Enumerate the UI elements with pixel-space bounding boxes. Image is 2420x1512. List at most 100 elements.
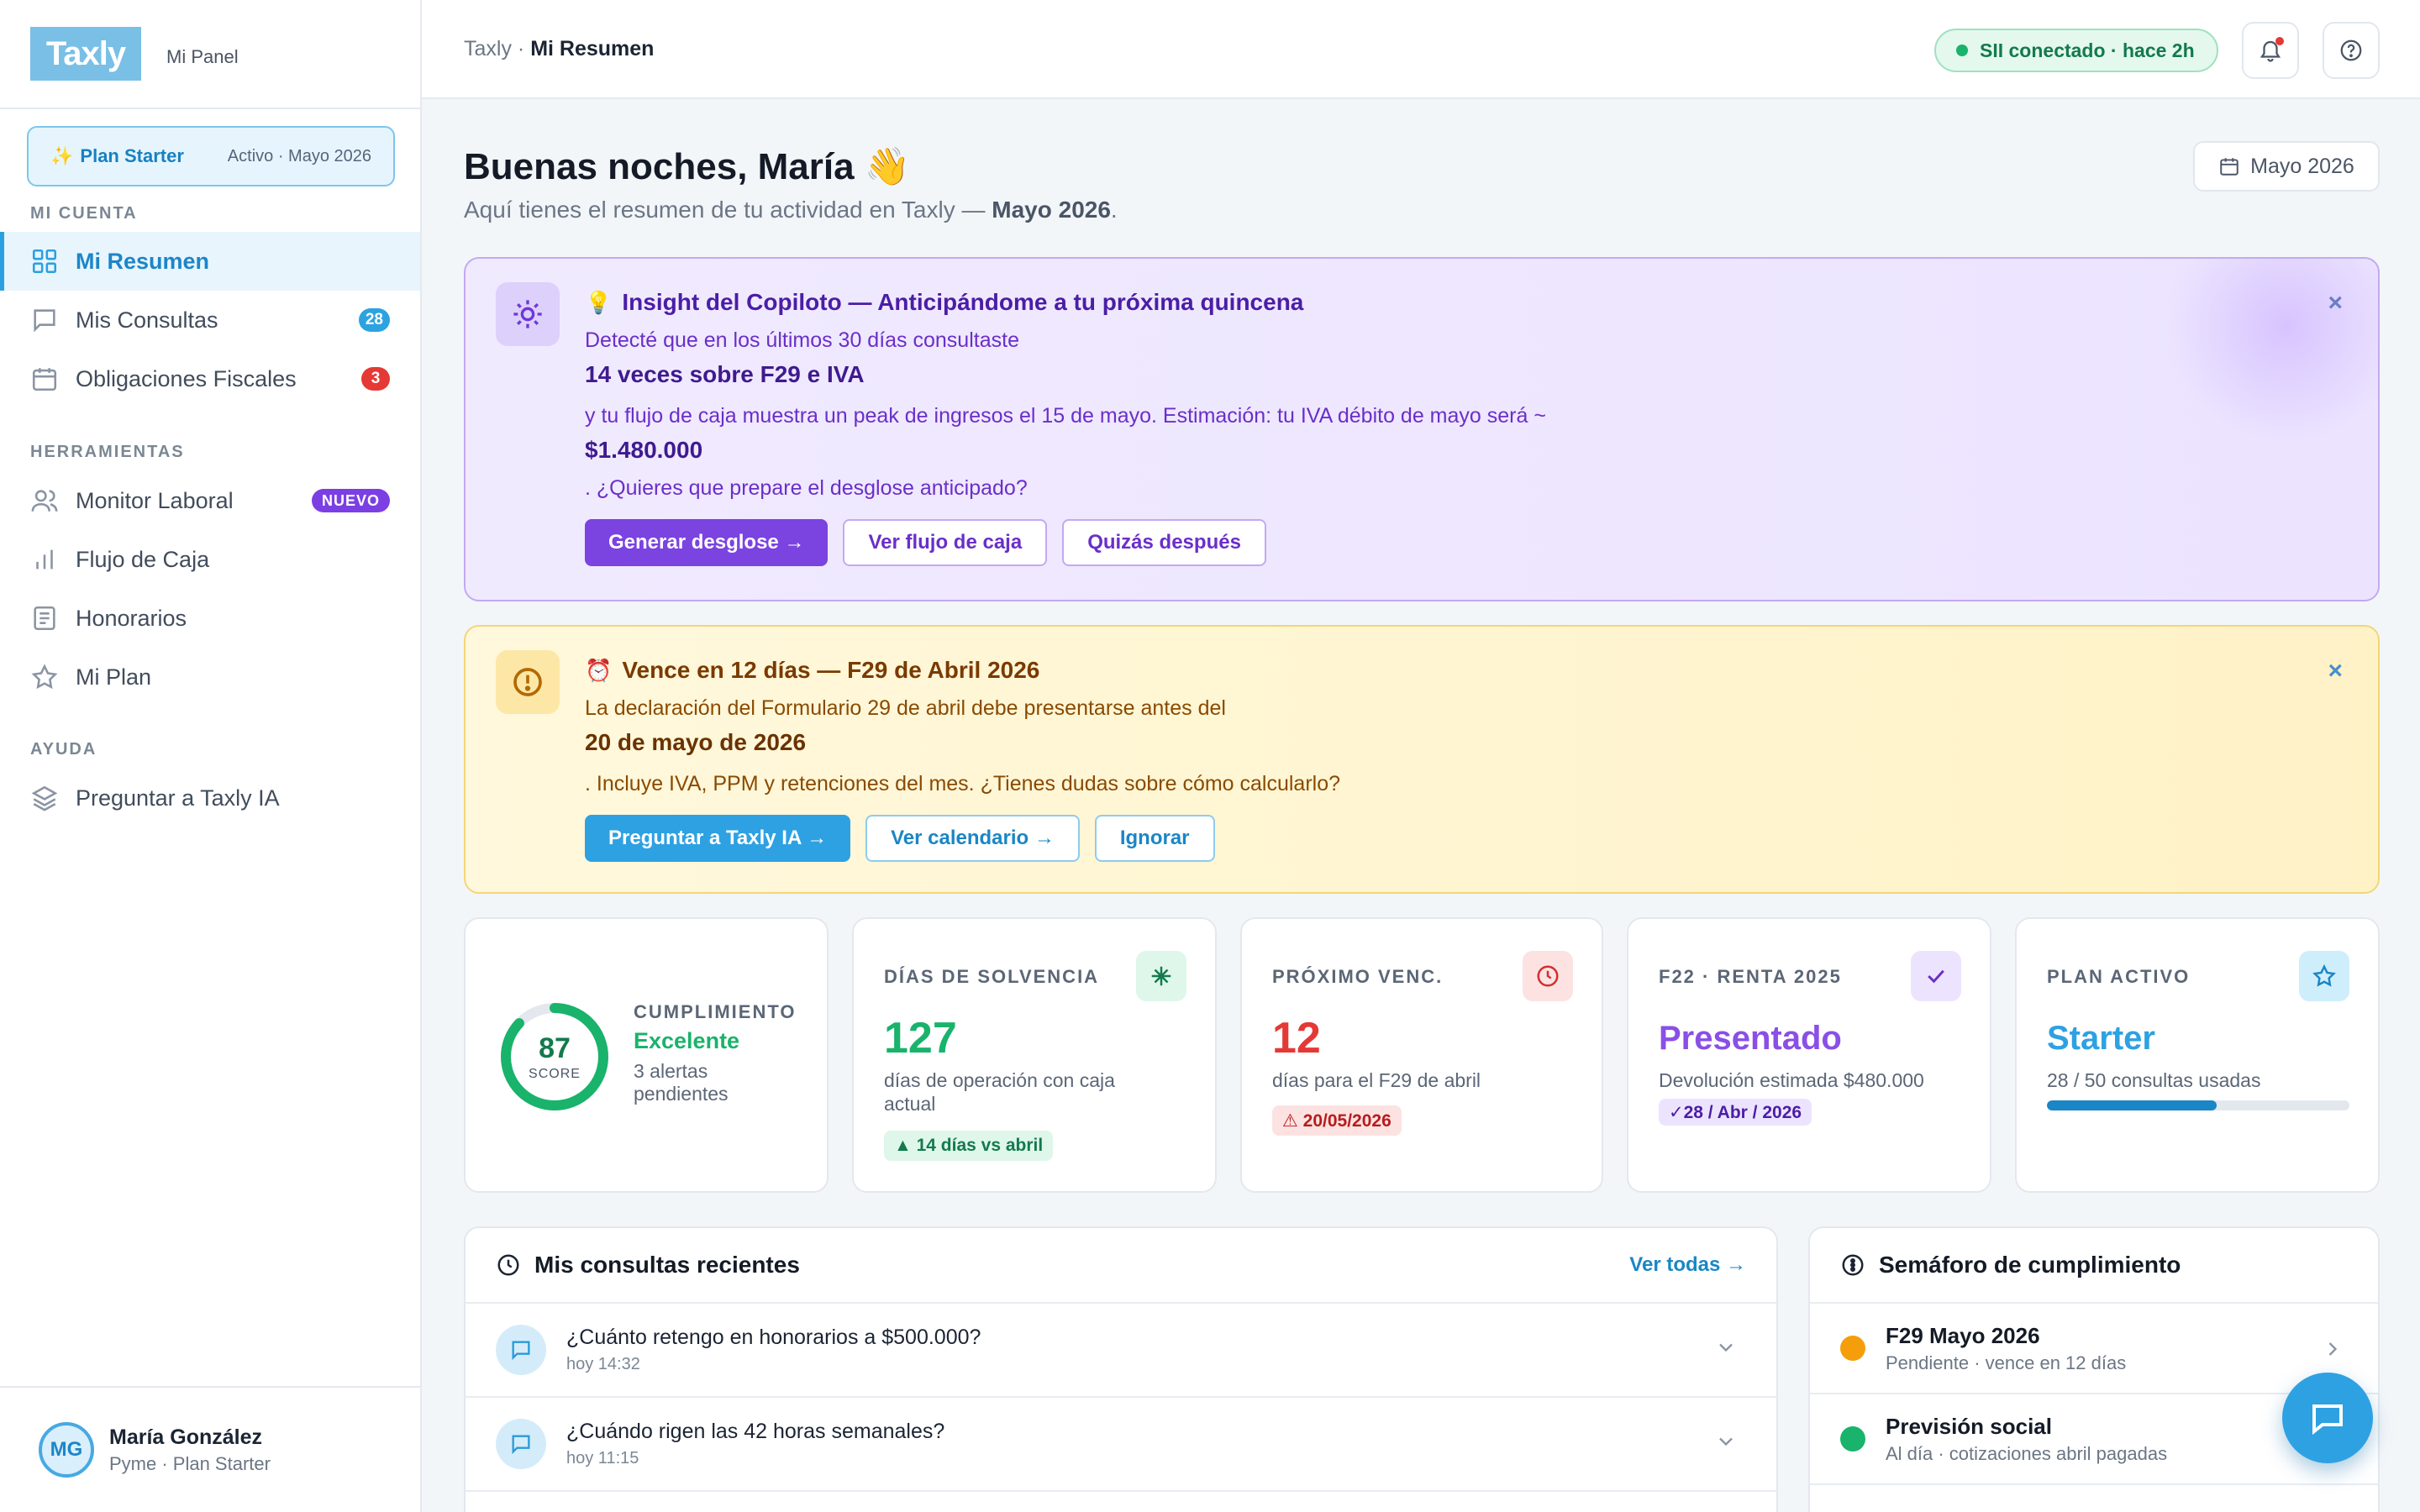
check-icon <box>1911 951 1961 1001</box>
sidebar-item-label: Mi Resumen <box>76 248 210 274</box>
close-icon[interactable]: × <box>2328 289 2343 318</box>
sii-status-text: SII conectado · hace 2h <box>1980 39 2195 61</box>
semaforo-title: Semáforo de cumplimiento <box>1879 1252 2181 1278</box>
calendar-icon <box>2218 155 2250 177</box>
obligaciones-count-badge: 3 <box>361 367 390 391</box>
f22-label: F22 · RENTA 2025 <box>1659 966 1842 987</box>
page-title: Buenas noches, María 👋 <box>464 146 911 187</box>
chat-icon <box>2307 1398 2348 1438</box>
sii-status-badge: SII conectado · hace 2h <box>1934 29 2218 72</box>
sun-icon <box>496 282 560 346</box>
score-value: 87 <box>539 1032 571 1064</box>
plan-usage-desc: 28 / 50 consultas usadas <box>2047 1069 2261 1091</box>
sidebar-item-flujo-de-caja[interactable]: Flujo de Caja <box>0 530 420 589</box>
query-text: ¿Cuánto retengo en honorarios a $500.000… <box>566 1326 981 1349</box>
f22-renta-card[interactable]: F22 · RENTA 2025 Presentado Devolución e… <box>1627 917 1991 1193</box>
user-profile[interactable]: MG María González Pyme · Plan Starter <box>0 1386 420 1512</box>
chat-assistant-button[interactable] <box>2282 1373 2373 1463</box>
next-due-label: PRÓXIMO VENC. <box>1272 966 1444 987</box>
solvency-label: DÍAS DE SOLVENCIA <box>884 966 1100 987</box>
sparkle-icon <box>1136 951 1186 1001</box>
list-item[interactable]: F29 Mayo 2026 Pendiente · vence en 12 dí… <box>1810 1304 2378 1394</box>
taxly-logo[interactable]: Taxly <box>30 27 141 81</box>
status-dot-icon <box>1956 45 1968 56</box>
view-cashflow-button[interactable]: Ver flujo de caja <box>843 519 1048 566</box>
query-time: hoy 14:32 <box>566 1355 640 1373</box>
plan-label: PLAN ACTIVO <box>2047 966 2191 987</box>
sidebar-item-label: Honorarios <box>76 605 187 631</box>
traffic-light-icon <box>1840 1252 1865 1278</box>
avatar[interactable]: MG <box>39 1422 94 1478</box>
users-icon <box>30 486 59 515</box>
compliance-label: CUMPLIMIENTO <box>634 1001 797 1022</box>
chevron-down-icon[interactable] <box>1714 1430 1738 1453</box>
alert-title-text: Vence en 12 días — F29 de Abril 2026 <box>622 657 1040 683</box>
section-mi-cuenta: MI CUENTA <box>30 204 138 223</box>
alert-deadline: 20 de mayo de 2026 <box>585 729 807 755</box>
calendar-icon <box>30 365 59 393</box>
layers-icon <box>30 784 59 812</box>
sidebar-item-mi-resumen[interactable]: Mi Resumen <box>0 232 420 291</box>
active-plan-card[interactable]: PLAN ACTIVO Starter 28 / 50 consultas us… <box>2015 917 2380 1193</box>
sidebar-item-label: Mis Consultas <box>76 307 218 333</box>
alert-title: ⏰ Vence en 12 días — F29 de Abril 2026 <box>585 657 2277 684</box>
alert-line-1: La declaración del Formulario 29 de abri… <box>585 696 1226 720</box>
top-bar: Taxly · Mi Resumen SII conectado · hace … <box>422 0 2420 99</box>
list-item[interactable]: ¿Cuánto retengo en honorarios a $500.000… <box>466 1304 1776 1398</box>
due-date-alert-banner: ⏰ Vence en 12 días — F29 de Abril 2026 L… <box>464 625 2380 894</box>
query-time: hoy 11:15 <box>566 1449 639 1467</box>
next-due-card[interactable]: PRÓXIMO VENC. 12 días para el F29 de abr… <box>1240 917 1603 1193</box>
notifications-button[interactable] <box>2242 22 2299 79</box>
breadcrumb: Taxly · Mi Resumen <box>464 37 654 61</box>
sidebar-item-mis-consultas[interactable]: Mis Consultas 28 <box>0 291 420 349</box>
nuevo-badge: NUEVO <box>311 489 390 512</box>
ignore-button[interactable]: Ignorar <box>1094 815 1215 862</box>
view-calendar-button[interactable]: Ver calendario → <box>865 815 1080 862</box>
month-picker-button[interactable]: Mayo 2026 <box>2193 141 2380 192</box>
alert-line-2: . Incluye IVA, PPM y retenciones del mes… <box>585 772 1341 795</box>
chevron-right-icon[interactable] <box>2321 1337 2344 1361</box>
document-icon <box>30 604 59 633</box>
panel-label: Mi Panel <box>166 46 239 67</box>
sidebar-item-mi-plan[interactable]: Mi Plan <box>0 648 420 706</box>
plan-usage-progress <box>2047 1100 2349 1110</box>
compliance-score-card[interactable]: 87 SCORE CUMPLIMIENTO Excelente 3 alerta… <box>464 917 829 1193</box>
brand-header: Taxly Mi Panel <box>0 0 420 109</box>
ask-taxly-ia-button[interactable]: Preguntar a Taxly IA → <box>585 815 851 862</box>
sidebar-item-preguntar-taxly-ia[interactable]: Preguntar a Taxly IA <box>0 769 420 827</box>
section-ayuda: AYUDA <box>30 740 97 759</box>
notification-dot-icon <box>2275 37 2284 45</box>
generate-breakdown-button[interactable]: Generar desglose → <box>585 519 829 566</box>
chat-icon <box>496 1325 546 1375</box>
sparkle-icon: ✨ <box>50 145 74 166</box>
list-item[interactable]: ¿Cuándo rigen las 42 horas semanales? ho… <box>466 1398 1776 1492</box>
plan-usage-fill <box>2047 1100 2217 1110</box>
recent-queries-panel: Mis consultas recientes Ver todas → ¿Cuá… <box>464 1226 1778 1512</box>
bar-chart-icon <box>30 545 59 574</box>
sidebar-item-honorarios[interactable]: Honorarios <box>0 589 420 648</box>
plan-indicator[interactable]: ✨ Plan Starter Activo · Mayo 2026 <box>27 126 395 186</box>
chevron-down-icon[interactable] <box>1714 1336 1738 1359</box>
plan-status: Activo · Mayo 2026 <box>227 146 371 165</box>
help-button[interactable] <box>2323 22 2380 79</box>
view-all-link[interactable]: Ver todas → <box>1629 1253 1746 1277</box>
sidebar-item-monitor-laboral[interactable]: Monitor Laboral NUEVO <box>0 471 420 530</box>
chat-icon <box>496 1419 546 1469</box>
subtitle-prefix: Aquí tienes el resumen de tu actividad e… <box>464 197 992 223</box>
insight-line-3: . ¿Quieres que prepare el desglose antic… <box>585 476 1028 500</box>
close-icon[interactable]: × <box>2328 657 2343 685</box>
solvency-card[interactable]: DÍAS DE SOLVENCIA 127 días de operación … <box>852 917 1217 1193</box>
breadcrumb-root[interactable]: Taxly <box>464 37 512 60</box>
maybe-later-button[interactable]: Quizás después <box>1062 519 1266 566</box>
score-display: 87 SCORE <box>497 1000 612 1114</box>
f22-date-badge: ✓28 / Abr / 2026 <box>1659 1099 1812 1126</box>
alert-circle-icon <box>496 650 560 714</box>
sidebar-item-obligaciones-fiscales[interactable]: Obligaciones Fiscales 3 <box>0 349 420 408</box>
star-icon <box>30 663 59 691</box>
insight-highlight-1: 14 veces sobre F29 e IVA <box>585 361 865 387</box>
status-dot-icon <box>1840 1336 1865 1361</box>
alarm-clock-icon: ⏰ <box>585 657 613 683</box>
breadcrumb-separator: · <box>511 36 531 60</box>
copilot-insight-banner: 💡 Insight del Copiloto — Anticipándome a… <box>464 257 2380 601</box>
next-due-value: 12 <box>1272 1014 1321 1063</box>
